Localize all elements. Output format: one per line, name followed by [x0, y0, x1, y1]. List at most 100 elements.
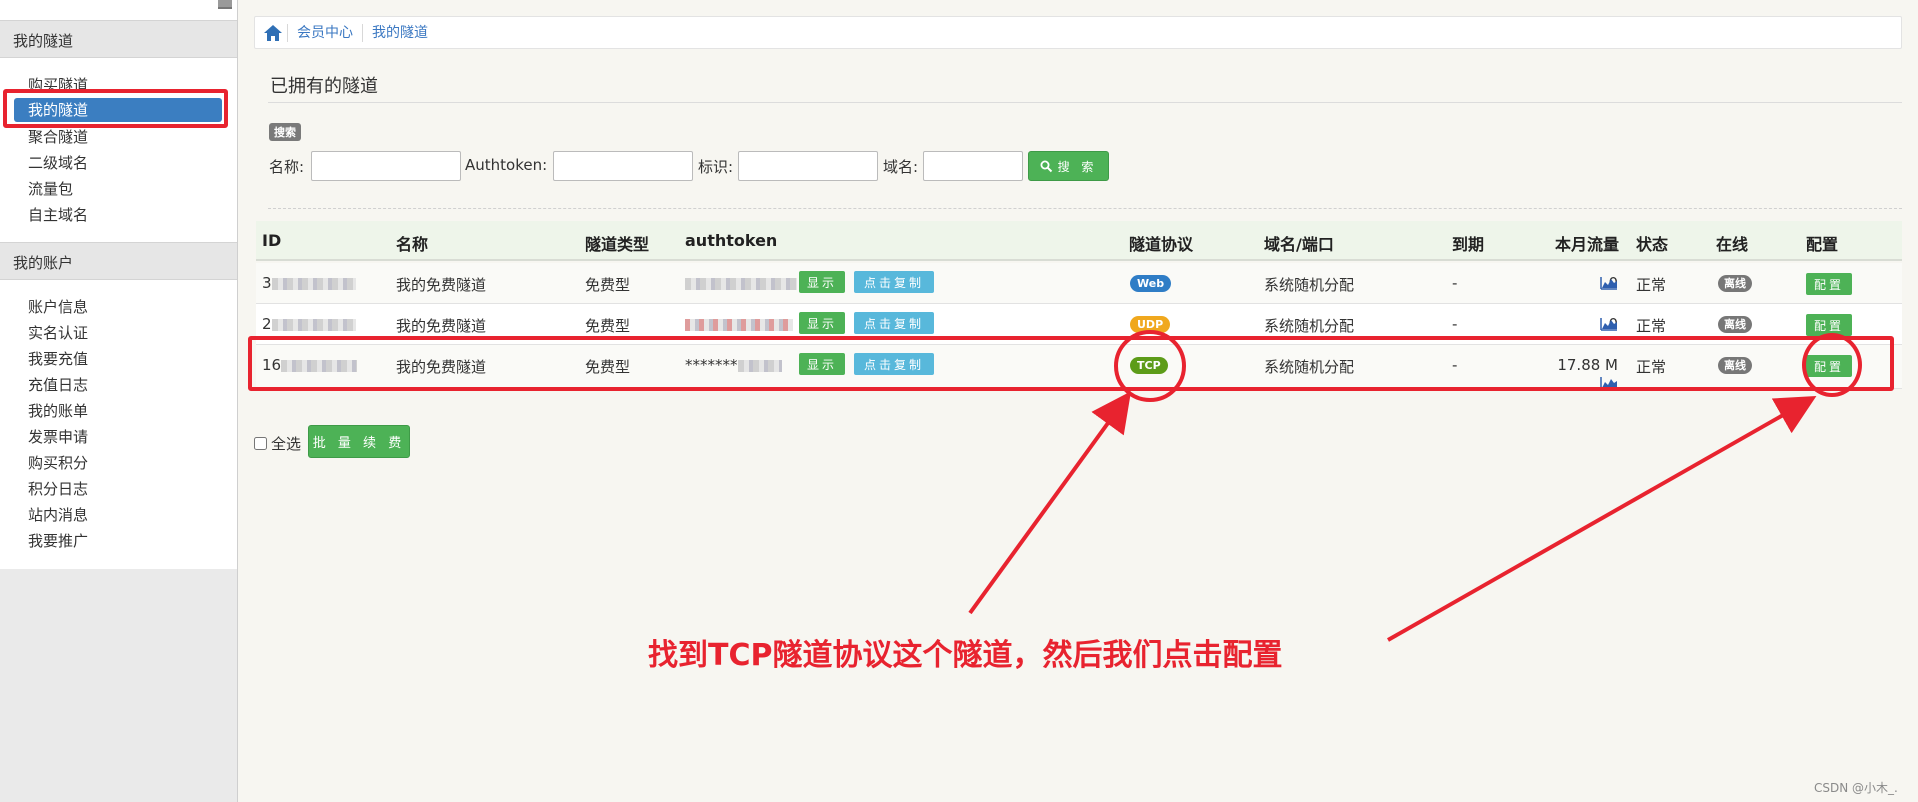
cell-name: 我的免费隧道 — [396, 358, 487, 376]
cell-expire: - — [1452, 274, 1458, 292]
sidebar-item-subdomain[interactable]: 二级域名 — [28, 153, 88, 173]
cell-authtoken: ******* — [685, 356, 782, 374]
sidebar-item-traffic-pack[interactable]: 流量包 — [28, 179, 73, 199]
copy-token-button[interactable]: 点击复制 — [854, 312, 934, 334]
search-icon — [1040, 160, 1052, 172]
tag-label: 标识: — [698, 158, 734, 176]
sidebar-item-my-tunnels[interactable]: 我的隧道 — [14, 98, 222, 122]
sidebar-item-promotion[interactable]: 我要推广 — [28, 531, 88, 551]
copy-token-button[interactable]: 点击复制 — [854, 353, 934, 375]
cell-authtoken — [685, 315, 793, 333]
search-button[interactable]: 搜 索 — [1028, 151, 1109, 181]
name-input[interactable] — [311, 151, 461, 181]
sidebar-item-account-info[interactable]: 账户信息 — [28, 297, 88, 317]
sidebar-item-real-name[interactable]: 实名认证 — [28, 323, 88, 343]
annotation-text: 找到TCP隧道协议这个隧道，然后我们点击配置 — [648, 638, 1283, 673]
cell-id: 3 — [262, 274, 356, 292]
th-domain-port: 域名/端口 — [1264, 235, 1334, 254]
cell-type: 免费型 — [585, 276, 631, 294]
cell-id: 2 — [262, 315, 356, 333]
th-authtoken: authtoken — [685, 231, 778, 250]
th-protocol: 隧道协议 — [1129, 235, 1194, 254]
sidebar-item-recharge[interactable]: 我要充值 — [28, 349, 88, 369]
sidebar-item-points-log[interactable]: 积分日志 — [28, 479, 88, 499]
table-row: 2 我的免费隧道 免费型 显示 点击复制 UDP 系统随机分配 - 0 正常 离… — [256, 304, 1902, 345]
batch-renew-button[interactable]: 批 量 续 费 — [308, 425, 410, 458]
select-all-checkbox[interactable] — [254, 437, 267, 450]
tag-input[interactable] — [738, 151, 878, 181]
cell-id: 16 — [262, 356, 358, 374]
cell-domain: 系统随机分配 — [1264, 317, 1355, 335]
traffic-chart-icon[interactable] — [1600, 376, 1618, 390]
th-id: ID — [262, 231, 282, 250]
cell-name: 我的免费隧道 — [396, 276, 487, 294]
protocol-badge-udp: UDP — [1130, 316, 1171, 333]
authtoken-label: Authtoken: — [465, 156, 548, 174]
title-divider — [268, 102, 1902, 103]
copy-token-button[interactable]: 点击复制 — [854, 271, 934, 293]
online-badge: 离线 — [1718, 357, 1752, 374]
show-token-button[interactable]: 显示 — [799, 271, 845, 293]
cell-traffic: 17.88 M — [1557, 356, 1618, 374]
breadcrumb-member-center[interactable]: 会员中心 — [287, 23, 362, 42]
cell-domain: 系统随机分配 — [1264, 276, 1355, 294]
annotation-arrows — [968, 391, 1817, 642]
cell-domain: 系统随机分配 — [1264, 358, 1355, 376]
cell-authtoken — [685, 274, 797, 292]
sidebar-item-buy-points[interactable]: 购买积分 — [28, 453, 88, 473]
cell-name: 我的免费隧道 — [396, 317, 487, 335]
breadcrumb: 会员中心 我的隧道 — [254, 16, 1902, 49]
select-all[interactable]: 全选 — [254, 433, 301, 454]
online-badge: 离线 — [1718, 275, 1752, 292]
th-online: 在线 — [1716, 235, 1749, 254]
th-status: 状态 — [1636, 235, 1669, 254]
domain-label: 域名: — [883, 158, 919, 176]
cell-type: 免费型 — [585, 358, 631, 376]
home-icon[interactable] — [263, 24, 283, 42]
arrow-to-protocol — [968, 391, 1132, 615]
show-token-button[interactable]: 显示 — [799, 312, 845, 334]
th-type: 隧道类型 — [585, 235, 650, 254]
show-token-button[interactable]: 显示 — [799, 353, 845, 375]
search-tag: 搜索 — [269, 123, 301, 141]
domain-input[interactable] — [923, 151, 1023, 181]
config-button[interactable]: 配置 — [1806, 273, 1852, 295]
table-header: ID 名称 隧道类型 authtoken 隧道协议 域名/端口 到期 本月流量 … — [256, 221, 1902, 261]
sidebar-item-buy-tunnel[interactable]: 购买隧道 — [28, 75, 88, 95]
th-name: 名称 — [396, 235, 429, 254]
sidebar-section-account: 我的账户 — [0, 242, 237, 280]
cell-expire: - — [1452, 315, 1458, 333]
watermark: CSDN @小木_. — [1814, 781, 1898, 795]
th-traffic: 本月流量 — [1555, 235, 1620, 254]
select-all-label: 全选 — [271, 435, 302, 453]
breadcrumb-my-tunnels[interactable]: 我的隧道 — [362, 23, 437, 42]
name-label: 名称: — [269, 158, 305, 176]
search-divider — [268, 208, 1902, 209]
config-button[interactable]: 配置 — [1806, 314, 1852, 336]
cell-status: 正常 — [1636, 317, 1667, 335]
sidebar-item-my-bills[interactable]: 我的账单 — [28, 401, 88, 421]
protocol-badge-tcp: TCP — [1130, 357, 1168, 374]
table-row-tcp: 16 我的免费隧道 免费型 ******* 显示 点击复制 TCP 系统随机分配… — [256, 345, 1902, 390]
sidebar-item-recharge-log[interactable]: 充值日志 — [28, 375, 88, 395]
cell-status: 正常 — [1636, 358, 1667, 376]
table-row: 3 我的免费隧道 免费型 显示 点击复制 Web 系统随机分配 - 0 正常 离… — [256, 263, 1902, 304]
sidebar-collapse-toggle[interactable] — [218, 0, 232, 9]
sidebar-item-messages[interactable]: 站内消息 — [28, 505, 88, 525]
protocol-badge-web: Web — [1130, 275, 1172, 292]
sidebar-item-invoice[interactable]: 发票申请 — [28, 427, 88, 447]
cell-type: 免费型 — [585, 317, 631, 335]
page-title: 已拥有的隧道 — [270, 76, 378, 97]
online-badge: 离线 — [1718, 316, 1752, 333]
traffic-chart-icon[interactable] — [1600, 317, 1618, 331]
cell-expire: - — [1452, 356, 1458, 374]
th-config: 配置 — [1806, 235, 1839, 254]
sidebar-item-custom-domain[interactable]: 自主域名 — [28, 205, 88, 225]
arrow-to-config — [1387, 396, 1817, 642]
search-button-label: 搜 索 — [1057, 159, 1098, 174]
sidebar-item-aggregate-tunnel[interactable]: 聚合隧道 — [28, 127, 88, 147]
traffic-chart-icon[interactable] — [1600, 276, 1618, 290]
authtoken-input[interactable] — [553, 151, 693, 181]
sidebar-section-tunnels: 我的隧道 — [0, 20, 237, 58]
config-button-tcp[interactable]: 配置 — [1806, 355, 1852, 377]
